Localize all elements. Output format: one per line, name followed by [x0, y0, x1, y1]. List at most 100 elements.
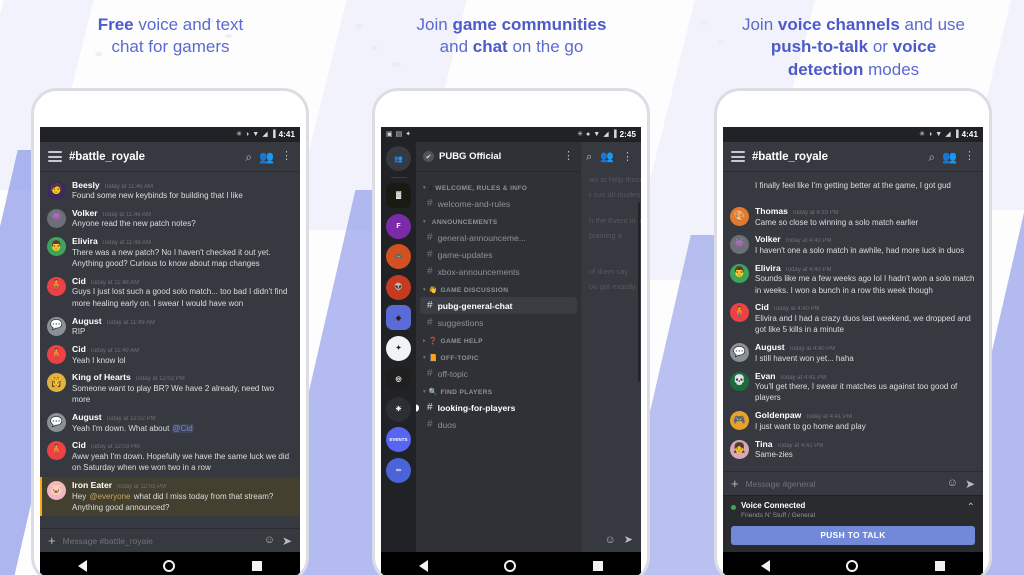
server-f-icon[interactable]: F: [386, 213, 411, 239]
emoji-icon[interactable]: ☺: [605, 534, 616, 546]
push-to-talk-button[interactable]: PUSH TO TALK: [731, 525, 975, 545]
scrollbar[interactable]: [638, 202, 640, 382]
members-icon[interactable]: 👥: [600, 151, 614, 163]
avatar[interactable]: 💬: [47, 413, 66, 433]
server-overwatch-icon[interactable]: ✦: [386, 335, 411, 361]
send-icon[interactable]: ➤: [624, 534, 633, 546]
avatar[interactable]: 💬: [730, 343, 749, 363]
avatar[interactable]: 👾: [47, 208, 66, 228]
message-input[interactable]: Message #battle_royale: [63, 536, 257, 546]
emoji-icon[interactable]: ☺: [264, 535, 275, 546]
message-row[interactable]: 💬 August Today at 4:40 PM I still havent wo…: [723, 339, 983, 367]
channel-item-suggestions[interactable]: # suggestions: [420, 314, 577, 331]
message-composer-3[interactable]: + Message #general ☺ ➤: [723, 471, 983, 495]
members-icon[interactable]: 👥: [942, 151, 957, 163]
avatar[interactable]: 🧍: [730, 303, 749, 323]
message-row[interactable]: 💬 August Today at 11:49 AM RIP: [40, 312, 300, 340]
message-row[interactable]: 👨 Elivira Today at 11:48 AM There was a new…: [40, 233, 300, 273]
avatar[interactable]: 👨: [730, 263, 749, 283]
channel-category[interactable]: ▾ 👋 GAME DISCUSSION: [416, 280, 581, 297]
message-list-1[interactable]: 🧑 Beesly Today at 11:45 AM Found some new k…: [40, 172, 300, 528]
message-row[interactable]: 👸 King of Hearts Today at 12:02 PM Someone …: [40, 369, 300, 409]
avatar[interactable]: 🧍: [47, 441, 66, 461]
avatar[interactable]: 🎨: [730, 207, 749, 226]
channel-category[interactable]: ▾ 🔍 FIND PLAYERS: [416, 382, 581, 399]
avatar[interactable]: 👸: [47, 373, 66, 393]
server-events-icon[interactable]: EVENTS: [386, 427, 411, 452]
nav-recents-icon[interactable]: [592, 561, 603, 571]
mention[interactable]: @everyone: [88, 492, 131, 501]
channel-category[interactable]: ▾ ↓ WELCOME, RULES & INFO: [416, 178, 581, 195]
avatar[interactable]: 👨: [47, 237, 66, 257]
message-row[interactable]: 💬 August Today at 12:02 PM Yeah I'm down. W…: [40, 409, 300, 437]
message-row[interactable]: 🐷 Iron Eater Today at 12:03 PM Hey @everyon…: [40, 476, 300, 517]
overflow-menu-icon[interactable]: ⋮: [281, 151, 292, 162]
channel-item-xbox-announcements[interactable]: # xbox-announcements: [420, 263, 577, 280]
nav-home-icon[interactable]: [846, 560, 859, 572]
category-arrow-icon[interactable]: ▾: [423, 219, 426, 226]
message-row[interactable]: 🌊I finally feel like I'm getting better …: [723, 176, 983, 203]
channel-item-welcome-and-rules[interactable]: # welcome-and-rules: [420, 195, 577, 212]
server-infinity-icon[interactable]: ∞: [386, 457, 411, 483]
mention[interactable]: @Cid: [171, 423, 194, 433]
nav-back-icon[interactable]: [419, 560, 429, 572]
avatar[interactable]: 👧: [730, 439, 749, 459]
voice-status-row[interactable]: Voice Connected Friends N' Stuff / Gener…: [731, 501, 975, 519]
message-row[interactable]: 👧 Tina Today at 4:41 PM Same-zies: [723, 435, 983, 463]
add-attachment-icon[interactable]: +: [48, 534, 56, 547]
chevron-up-icon[interactable]: ⌃: [967, 501, 975, 513]
message-row[interactable]: 🧍 Cid Today at 11:48 AM Guys I just lost su…: [40, 272, 300, 312]
hamburger-menu-icon[interactable]: [731, 151, 745, 162]
message-composer-1[interactable]: + Message #battle_royale ☺ ➤: [40, 528, 300, 552]
server-gold-icon[interactable]: ▓: [386, 183, 411, 208]
server-steelseries-icon[interactable]: ◎: [386, 366, 411, 391]
search-icon[interactable]: ⌕: [245, 151, 252, 163]
avatar[interactable]: 🐷: [47, 481, 66, 501]
overflow-menu-icon[interactable]: ⋮: [964, 151, 975, 162]
message-list-3[interactable]: 🌊I finally feel like I'm getting better …: [723, 172, 983, 495]
channel-item-off-topic[interactable]: # off-topic: [420, 365, 577, 382]
message-row[interactable]: 👨 Elivira Today at 4:40 PM Sounds like me a…: [723, 259, 983, 299]
avatar[interactable]: 👾: [730, 235, 749, 255]
server-rail[interactable]: 👥 ▓ F 🎮 👽 ◈ ✦ ◎ ❈ EVENTS ∞: [381, 142, 416, 575]
add-attachment-icon[interactable]: +: [731, 477, 739, 490]
channel-item-general-announceme...[interactable]: # general-announceme...: [420, 229, 577, 246]
channel-category[interactable]: ▾ ANNOUNCEMENTS: [416, 212, 581, 229]
category-arrow-icon[interactable]: ▸: [423, 338, 426, 345]
server-header[interactable]: ✔ PUBG Official ⋮: [416, 142, 581, 172]
avatar[interactable]: 💬: [47, 316, 66, 336]
message-row[interactable]: 🎮 Goldenpaw Today at 4:41 PM I just want to…: [723, 407, 983, 435]
avatar[interactable]: 🧍: [47, 276, 66, 296]
nav-back-icon[interactable]: [78, 560, 88, 572]
category-arrow-icon[interactable]: ▾: [423, 355, 426, 362]
message-row[interactable]: 🧍 Cid Today at 12:03 PM Aww yeah I'm down. …: [40, 437, 300, 477]
channel-item-pubg-general-chat[interactable]: # pubg-general-chat: [420, 297, 577, 314]
avatar[interactable]: 🎮: [730, 411, 749, 431]
category-arrow-icon[interactable]: ▾: [423, 185, 426, 192]
server-reddit-icon[interactable]: 👽: [386, 274, 411, 300]
emoji-icon[interactable]: ☺: [947, 478, 958, 489]
avatar[interactable]: 💀: [730, 371, 749, 391]
nav-recents-icon[interactable]: [251, 561, 262, 571]
message-row[interactable]: 🧑 Beesly Today at 11:45 AM Found some new k…: [40, 176, 300, 204]
overflow-menu-icon[interactable]: ⋮: [622, 151, 633, 163]
nav-recents-icon[interactable]: [934, 561, 945, 571]
message-row[interactable]: 🧍 Cid Today at 4:40 PM Elivira and I had a …: [723, 299, 983, 339]
message-row[interactable]: 👾 Volker Today at 11:46 AM Anyone read the …: [40, 204, 300, 232]
nav-home-icon[interactable]: [504, 560, 517, 572]
server-destiny-icon[interactable]: ◈: [386, 305, 411, 330]
message-row[interactable]: 💀 Evan Today at 4:41 PM You'll get there, I…: [723, 367, 983, 407]
channel-category[interactable]: ▸ ❓ GAME HELP: [416, 331, 581, 348]
message-row[interactable]: 👾 Volker Today at 4:40 PM I haven't one a s…: [723, 231, 983, 259]
avatar[interactable]: 🧍: [47, 345, 66, 365]
message-input[interactable]: Message #general: [746, 479, 940, 489]
channel-item-game-updates[interactable]: # game-updates: [420, 246, 577, 263]
category-arrow-icon[interactable]: ▾: [423, 287, 426, 294]
send-icon[interactable]: ➤: [965, 478, 975, 490]
behind-composer[interactable]: ☺ ➤: [581, 528, 641, 552]
message-row[interactable]: 🎨 Thomas Today at 4:39 PM Came so close to …: [723, 203, 983, 231]
server-menu-icon[interactable]: ⋮: [563, 151, 574, 162]
channel-list[interactable]: ▾ ↓ WELCOME, RULES & INFO # welcome-and-rule…: [416, 172, 581, 433]
server-faded-icon[interactable]: ❈: [386, 396, 411, 422]
nav-back-icon[interactable]: [761, 560, 771, 572]
